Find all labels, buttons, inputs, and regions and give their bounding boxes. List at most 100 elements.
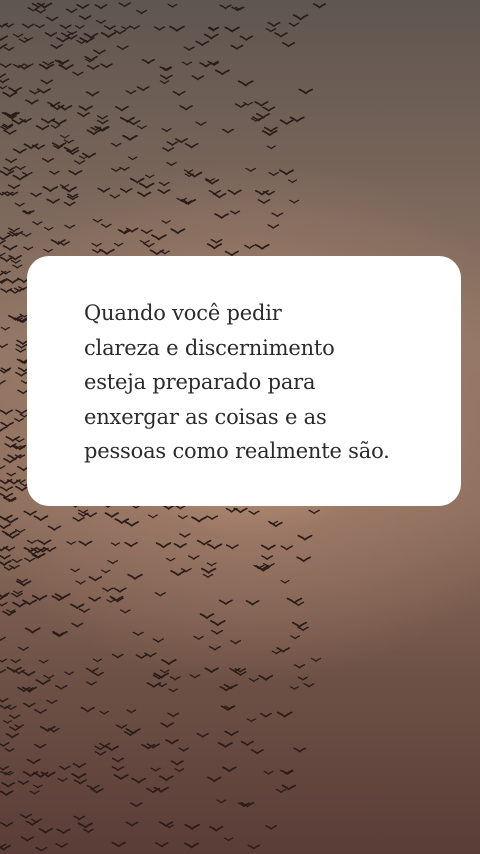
bird-icon [0, 742, 10, 748]
bird-icon [60, 32, 73, 38]
bird-icon [42, 186, 59, 193]
bird-icon [47, 525, 62, 531]
bird-icon [195, 121, 207, 127]
bird-icon [259, 712, 272, 718]
bird-icon [92, 658, 103, 663]
bird-icon [118, 2, 131, 8]
bird-icon [212, 192, 227, 199]
bird-icon [196, 732, 209, 738]
bird-icon [64, 671, 74, 676]
bird-icon [72, 517, 85, 523]
bird-icon [46, 198, 60, 205]
bird-icon [3, 546, 16, 552]
bird-icon [102, 587, 114, 593]
bird-icon [116, 45, 129, 51]
bird-icon [73, 779, 88, 785]
bird-icon [92, 218, 103, 223]
bird-icon [104, 25, 116, 31]
bird-icon [166, 161, 177, 167]
bird-icon [2, 610, 17, 617]
bird-icon [2, 91, 18, 98]
bird-icon [266, 145, 276, 150]
bird-icon [280, 545, 294, 551]
bird-icon [205, 179, 220, 185]
bird-icon [11, 558, 23, 564]
bird-icon [280, 579, 290, 584]
bird-icon [97, 187, 111, 193]
bird-icon [106, 599, 116, 604]
bird-icon [0, 421, 14, 428]
bird-icon [6, 472, 16, 477]
bird-icon [100, 31, 117, 39]
bird-icon [202, 573, 214, 579]
bird-icon [17, 646, 29, 652]
bird-icon [86, 681, 97, 686]
bird-icon [258, 674, 274, 681]
bird-icon [265, 28, 277, 33]
bird-icon [0, 560, 12, 567]
bird-icon [289, 199, 300, 204]
bird-icon [140, 229, 153, 235]
bird-icon [70, 603, 85, 610]
bird-icon [74, 25, 85, 30]
bird-icon [107, 560, 119, 565]
bird-icon [165, 739, 179, 745]
bird-icon [43, 248, 53, 253]
bird-icon [86, 784, 100, 790]
bird-icon [167, 712, 180, 718]
bird-icon [88, 596, 102, 602]
bird-icon [0, 252, 6, 257]
bird-icon [60, 134, 70, 139]
bird-icon [159, 821, 174, 828]
bird-icon [65, 8, 78, 14]
bird-icon [0, 73, 7, 79]
bird-icon [159, 250, 170, 255]
bird-icon [0, 492, 14, 499]
bird-icon [248, 678, 259, 683]
bird-icon [263, 770, 274, 775]
bird-icon [35, 125, 50, 131]
quote-line-5: pessoas como realmente são. [84, 439, 390, 463]
bird-icon [71, 773, 87, 780]
bird-icon [161, 659, 177, 666]
bird-icon [125, 821, 139, 827]
bird-icon [157, 189, 171, 195]
bird-icon [68, 170, 83, 176]
bird-icon [71, 622, 84, 628]
bird-icon [179, 105, 193, 111]
bird-icon [207, 543, 223, 550]
bird-icon [181, 61, 193, 66]
bird-icon [219, 4, 232, 10]
bird-icon [207, 776, 222, 783]
bird-icon [218, 599, 233, 606]
bird-icon [15, 348, 26, 353]
bird-icon [276, 711, 293, 718]
bird-icon [20, 836, 34, 842]
bird-icon [292, 14, 309, 21]
bird-icon [288, 22, 300, 27]
bird-icon [230, 44, 244, 50]
bird-icon [100, 223, 112, 229]
bird-icon [25, 820, 39, 826]
bird-icon [12, 264, 23, 269]
bird-icon [50, 44, 63, 50]
bird-icon [178, 747, 190, 752]
bird-icon [189, 674, 201, 679]
bird-icon [21, 671, 36, 677]
bird-icon [25, 99, 39, 105]
bird-icon [0, 234, 11, 241]
bird-icon [14, 202, 25, 207]
quote-line-3: esteja preparado para [84, 370, 316, 394]
bird-icon [203, 33, 219, 40]
bird-icon [0, 343, 8, 349]
bird-icon [40, 79, 54, 85]
bird-icon [111, 168, 121, 173]
bird-icon [0, 602, 8, 607]
bird-icon [115, 724, 128, 730]
bird-icon [0, 380, 6, 385]
bird-icon [239, 35, 254, 41]
bird-icon [290, 635, 301, 640]
quote-line-1: Quando você pedir [84, 301, 282, 325]
bird-icon [216, 799, 227, 804]
bird-icon [261, 555, 274, 561]
